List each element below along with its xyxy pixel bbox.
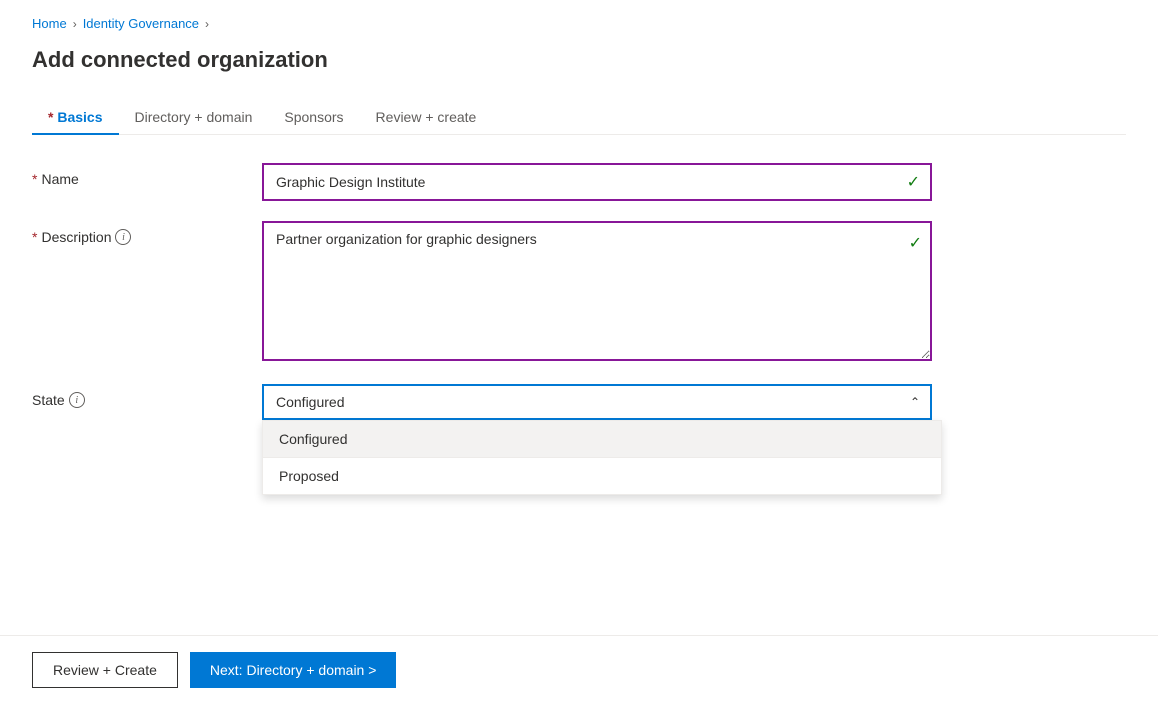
description-info-icon[interactable]: i	[115, 229, 131, 245]
state-label: State i	[32, 384, 262, 408]
tab-directory-domain[interactable]: Directory + domain	[119, 101, 269, 135]
description-label: * Description i	[32, 221, 262, 245]
name-label-text: Name	[41, 171, 78, 187]
page-title: Add connected organization	[32, 47, 1126, 73]
description-required-star: *	[32, 229, 37, 245]
breadcrumb-home[interactable]: Home	[32, 16, 67, 31]
state-field-wrap: Configured ⌃ Configured Proposed	[262, 384, 932, 420]
tabs-container: Basics Directory + domain Sponsors Revie…	[32, 101, 1126, 135]
tab-review-create[interactable]: Review + create	[360, 101, 493, 135]
tab-sponsors[interactable]: Sponsors	[268, 101, 359, 135]
next-button[interactable]: Next: Directory + domain >	[190, 652, 397, 688]
state-selected-value: Configured	[276, 394, 345, 410]
description-row: * Description i Partner organization for…	[32, 221, 932, 364]
description-textarea[interactable]: Partner organization for graphic designe…	[262, 221, 932, 361]
tab-basics-label: Basics	[57, 109, 102, 125]
name-row: * Name ✓	[32, 163, 932, 201]
configured-label: Configured	[279, 431, 348, 447]
name-field-wrap: ✓	[262, 163, 932, 201]
description-field-wrap: Partner organization for graphic designe…	[262, 221, 932, 364]
state-label-text: State	[32, 392, 65, 408]
description-check-icon: ✓	[909, 233, 922, 253]
tab-review-create-label: Review + create	[376, 109, 477, 125]
state-dropdown-menu: Configured Proposed	[262, 420, 942, 495]
breadcrumb-chevron2: ›	[205, 17, 209, 31]
description-label-text: Description	[41, 229, 111, 245]
name-required-star: *	[32, 171, 37, 187]
form-section: * Name ✓ * Description i Partner organiz…	[32, 163, 932, 420]
name-check-icon: ✓	[907, 172, 920, 192]
name-label: * Name	[32, 163, 262, 187]
footer: Review + Create Next: Directory + domain…	[0, 635, 1158, 704]
name-input-container: ✓	[262, 163, 932, 201]
state-option-configured[interactable]: Configured	[263, 421, 941, 457]
proposed-label: Proposed	[279, 468, 339, 484]
state-row: State i Configured ⌃ Configured Proposed	[32, 384, 932, 420]
breadcrumb: Home › Identity Governance ›	[32, 16, 1126, 31]
review-create-button[interactable]: Review + Create	[32, 652, 178, 688]
state-option-proposed[interactable]: Proposed	[263, 458, 941, 494]
breadcrumb-identity-governance[interactable]: Identity Governance	[83, 16, 199, 31]
tab-directory-domain-label: Directory + domain	[135, 109, 253, 125]
name-input[interactable]	[264, 165, 930, 199]
tab-basics[interactable]: Basics	[32, 101, 119, 135]
breadcrumb-chevron1: ›	[73, 17, 77, 31]
tab-sponsors-label: Sponsors	[284, 109, 343, 125]
state-info-icon[interactable]: i	[69, 392, 85, 408]
state-dropdown[interactable]: Configured ⌃	[262, 384, 932, 420]
chevron-up-icon: ⌃	[910, 395, 920, 409]
